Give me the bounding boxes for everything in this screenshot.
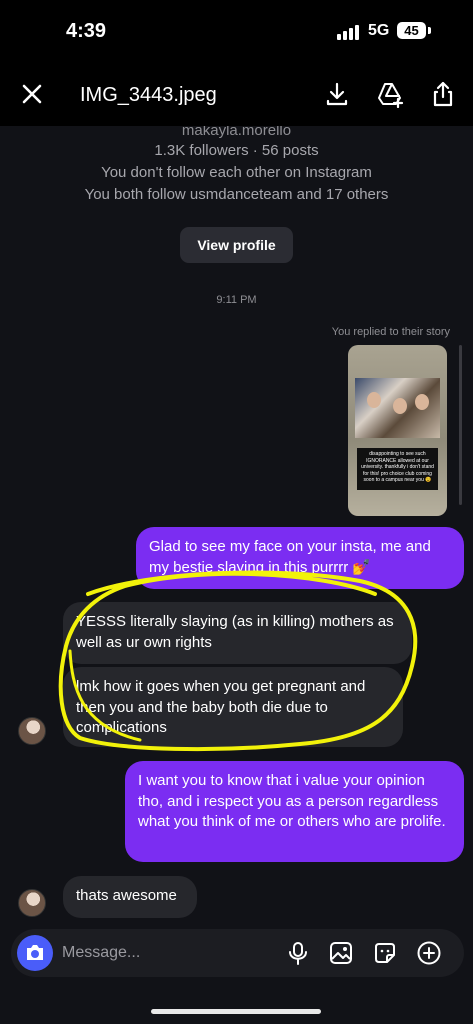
contact-avatar[interactable]	[18, 889, 46, 917]
profile-stats: 1.3K followers · 56 posts	[154, 142, 319, 159]
image-viewer-header: IMG_3443.jpeg	[0, 62, 473, 126]
status-bar: 4:39 5G 45	[0, 0, 473, 62]
message-sent[interactable]: I want you to know that i value your opi…	[125, 761, 464, 862]
view-profile-button[interactable]: View profile	[180, 227, 293, 263]
mutual-followers: You both follow usmdanceteam and 17 othe…	[84, 186, 389, 203]
profile-username: makayla.morello	[181, 126, 292, 139]
camera-button[interactable]	[17, 935, 53, 971]
story-caption: disappointing to see such IGNORANCE allo…	[357, 448, 438, 490]
message-composer	[11, 929, 464, 977]
message-received[interactable]: thats awesome	[63, 876, 197, 918]
add-to-drive-icon[interactable]	[376, 80, 404, 108]
add-icon[interactable]	[416, 940, 442, 966]
status-time: 4:39	[66, 20, 107, 42]
follow-status: You don't follow each other on Instagram	[101, 164, 372, 181]
message-sent[interactable]: Glad to see my face on your insta, me an…	[136, 527, 464, 589]
battery-tip	[428, 27, 431, 34]
microphone-icon[interactable]	[285, 940, 311, 966]
contact-avatar[interactable]	[18, 717, 46, 745]
sticker-icon[interactable]	[372, 940, 398, 966]
story-photo	[355, 378, 440, 438]
message-received[interactable]: lmk how it goes when you get pregnant an…	[63, 667, 403, 747]
story-thumbnail[interactable]: disappointing to see such IGNORANCE allo…	[348, 345, 447, 516]
message-timestamp: 9:11 PM	[216, 294, 257, 306]
image-title: IMG_3443.jpeg	[80, 84, 217, 106]
message-input[interactable]	[62, 929, 262, 977]
battery-icon: 45	[397, 22, 426, 39]
scrollbar[interactable]	[459, 345, 462, 505]
chat-thread[interactable]: makayla.morello 1.3K followers · 56 post…	[0, 126, 473, 1024]
network-type: 5G	[368, 22, 390, 39]
close-icon[interactable]	[18, 80, 46, 108]
download-icon[interactable]	[323, 80, 351, 108]
message-received[interactable]: YESSS literally slaying (as in killing) …	[63, 602, 412, 664]
camera-icon	[27, 945, 43, 960]
home-indicator	[151, 1009, 321, 1014]
share-icon[interactable]	[429, 80, 457, 108]
story-reply-note: You replied to their story	[331, 326, 450, 338]
signal-icon	[337, 24, 361, 40]
gallery-icon[interactable]	[328, 940, 354, 966]
